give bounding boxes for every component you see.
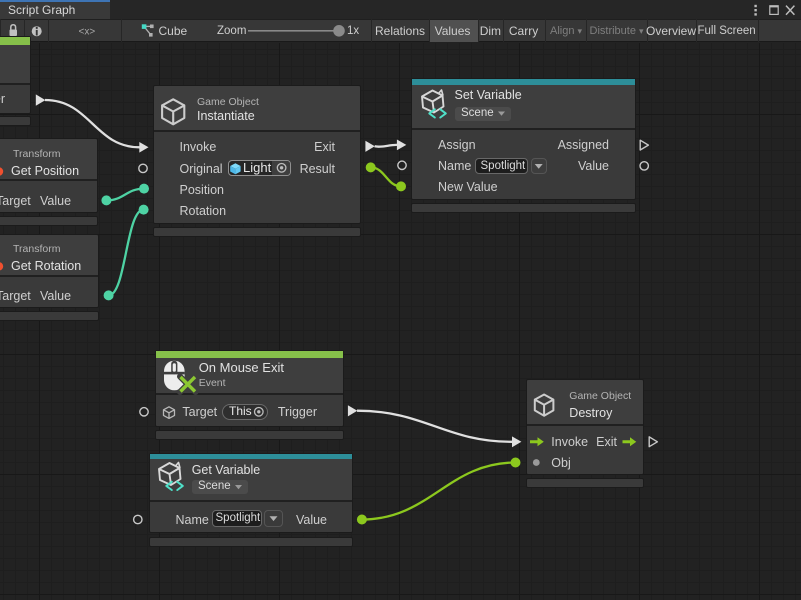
- svg-text:<x>: <x>: [79, 27, 96, 38]
